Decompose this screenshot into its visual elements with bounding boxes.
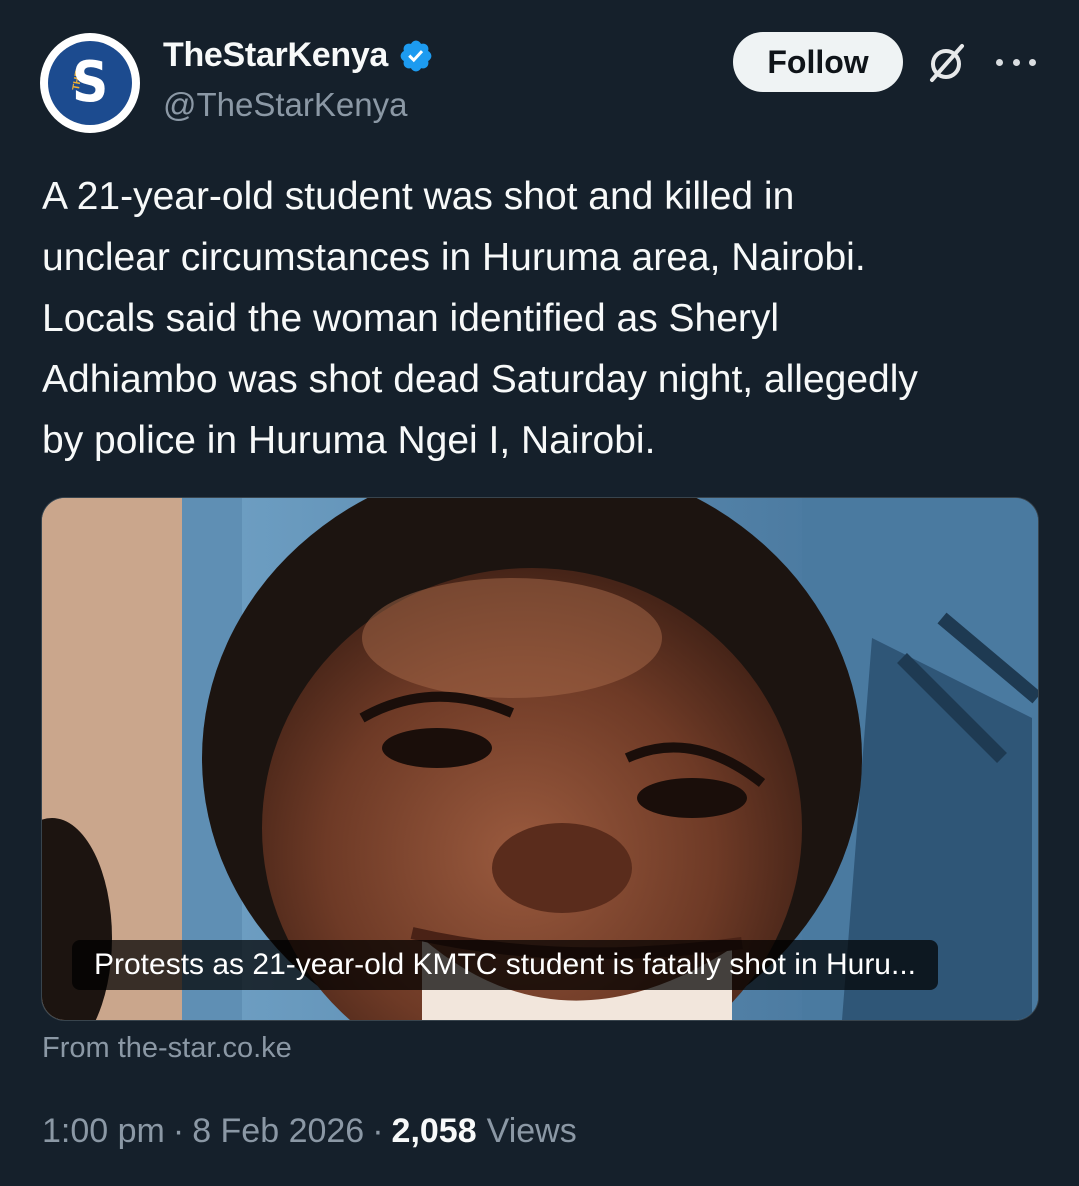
tweet-text: A 21-year-old student was shot and kille… xyxy=(42,175,918,462)
views-label: Views xyxy=(486,1112,577,1150)
display-name[interactable]: TheStarKenya xyxy=(163,36,388,75)
more-dot xyxy=(1029,58,1036,66)
link-card[interactable]: Protests as 21-year-old KMTC student is … xyxy=(41,497,1039,1021)
author-name-row[interactable]: TheStarKenya xyxy=(163,36,434,75)
meta-separator: · xyxy=(372,1112,384,1150)
tweet-meta: 1:00 pm · 8 Feb 2026 · 2,058 Views xyxy=(42,1112,577,1151)
more-dot xyxy=(1012,58,1020,66)
avatar-letter: S xyxy=(71,50,109,115)
tweet-time[interactable]: 1:00 pm xyxy=(42,1112,165,1151)
meta-separator: · xyxy=(172,1112,185,1150)
follow-button[interactable]: Follow xyxy=(733,32,903,92)
card-title[interactable]: Protests as 21-year-old KMTC student is … xyxy=(72,940,938,990)
grok-icon[interactable] xyxy=(924,40,970,86)
author-handle[interactable]: @TheStarKenya xyxy=(163,86,407,124)
avatar[interactable]: THE S xyxy=(40,33,140,133)
avatar-logo: THE S xyxy=(48,41,132,125)
more-icon[interactable] xyxy=(996,50,1036,74)
more-dot xyxy=(996,58,1003,66)
tweet: THE S TheStarKenya @TheStarKenya Follow … xyxy=(0,0,1079,1186)
tweet-date[interactable]: 8 Feb 2026 xyxy=(192,1112,364,1151)
verified-badge-icon xyxy=(400,40,432,71)
views-count[interactable]: 2,058 xyxy=(392,1112,477,1151)
card-source[interactable]: From the-star.co.ke xyxy=(42,1032,292,1065)
